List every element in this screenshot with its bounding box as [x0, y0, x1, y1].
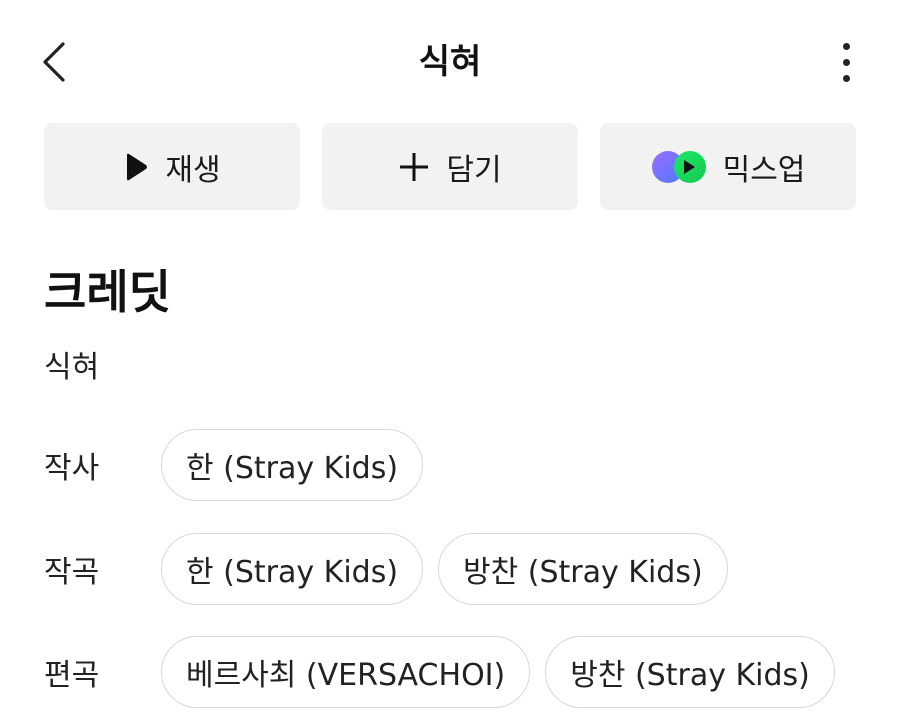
header: 식혀	[0, 0, 900, 120]
mixup-label: 믹스업	[722, 152, 806, 188]
more-dot	[842, 74, 850, 82]
more-vertical-icon	[842, 42, 850, 50]
song-name: 식혀	[44, 350, 100, 385]
credit-row-arrangement: 편곡 베르사최 (VERSACHOI) 방찬 (Stray Kids)	[44, 634, 864, 710]
credits-heading: 크레딧	[44, 265, 171, 319]
credit-role: 작곡	[44, 555, 100, 590]
add-label: 담기	[446, 152, 502, 188]
credit-people: 한 (Stray Kids) 방찬 (Stray Kids)	[161, 533, 728, 605]
play-button[interactable]: 재생	[44, 123, 300, 210]
person-chip[interactable]: 방찬 (Stray Kids)	[545, 636, 835, 708]
credit-row-composition: 작곡 한 (Stray Kids) 방찬 (Stray Kids)	[44, 531, 864, 607]
mixup-button[interactable]: 믹스업	[600, 123, 856, 210]
plus-icon	[398, 151, 430, 183]
person-chip[interactable]: 베르사최 (VERSACHOI)	[161, 636, 531, 708]
person-chip[interactable]: 한 (Stray Kids)	[161, 429, 424, 501]
play-label: 재생	[165, 152, 221, 188]
add-button[interactable]: 담기	[322, 123, 578, 210]
credit-role: 편곡	[44, 658, 100, 693]
more-options-button[interactable]	[822, 36, 870, 88]
action-bar: 재생 담기 믹스업	[44, 123, 856, 210]
mixup-icon	[651, 150, 707, 184]
more-dot	[842, 58, 850, 66]
credit-people: 한 (Stray Kids)	[161, 429, 424, 501]
person-chip[interactable]: 방찬 (Stray Kids)	[438, 533, 728, 605]
page-title: 식혀	[418, 42, 482, 82]
credit-role: 작사	[44, 451, 100, 486]
credit-row-lyrics: 작사 한 (Stray Kids)	[44, 427, 864, 503]
play-icon	[123, 152, 149, 182]
person-chip[interactable]: 한 (Stray Kids)	[161, 533, 424, 605]
credit-people: 베르사최 (VERSACHOI) 방찬 (Stray Kids)	[161, 636, 835, 708]
